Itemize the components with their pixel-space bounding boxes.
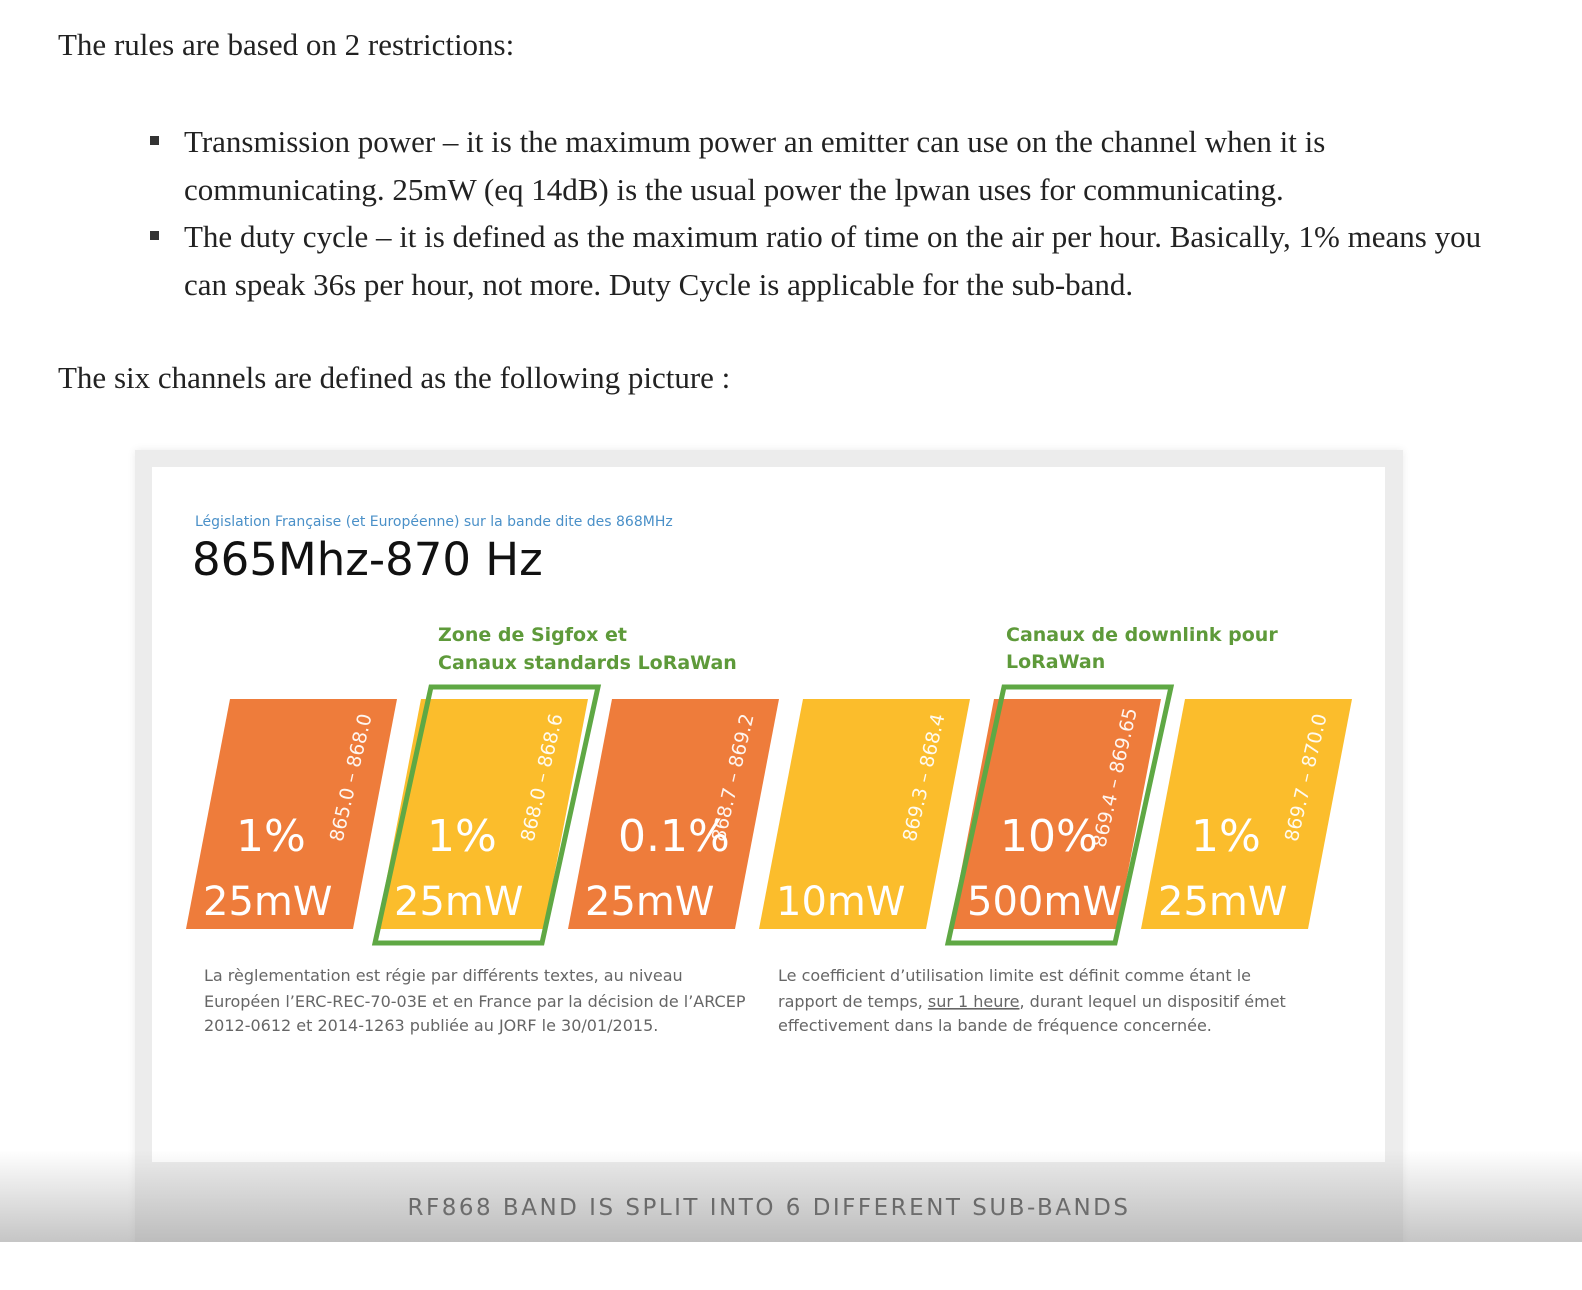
sub-band-power: 25mW bbox=[394, 879, 523, 925]
zone-sigfox-label-2: Canaux standards LoRaWan bbox=[438, 652, 737, 674]
bullet-text: Transmission power – it is the maximum p… bbox=[184, 124, 1326, 207]
note-right-text: rapport de temps, bbox=[778, 992, 928, 1011]
zone-sigfox-label-1: Zone de Sigfox et bbox=[438, 624, 627, 646]
zone-downlink-label-1: Canaux de downlink pour bbox=[1006, 624, 1278, 646]
bottom-strip bbox=[0, 1242, 1582, 1290]
restrictions-list: Transmission power – it is the maximum p… bbox=[150, 118, 1490, 308]
sub-band-duty: 1% bbox=[236, 811, 306, 862]
sub-band-duty: 0.1% bbox=[618, 811, 730, 862]
band-diagram-image: Législation Française (et Européenne) su… bbox=[152, 467, 1385, 1162]
note-right-line-1: Le coefficient d’utilisation limite est … bbox=[778, 966, 1251, 985]
intro-paragraph: The rules are based on 2 restrictions: bbox=[58, 27, 515, 62]
note-right-line-3: effectivement dans la bande de fréquence… bbox=[778, 1016, 1212, 1035]
sub-band-power: 500mW bbox=[967, 879, 1122, 925]
sub-band-duty: 10% bbox=[1000, 811, 1098, 862]
note-right-text: , durant lequel un dispositif émet bbox=[1019, 992, 1285, 1011]
list-item: The duty cycle – it is defined as the ma… bbox=[150, 213, 1490, 308]
bullet-square-icon bbox=[150, 231, 159, 240]
sub-band-power: 25mW bbox=[1158, 879, 1287, 925]
figure-caption: RF868 BAND IS SPLIT INTO 6 DIFFERENT SUB… bbox=[407, 1195, 1131, 1221]
sub-band-power: 25mW bbox=[585, 879, 714, 925]
channels-paragraph: The six channels are defined as the foll… bbox=[58, 360, 731, 395]
figure-subtitle: Législation Française (et Européenne) su… bbox=[195, 514, 673, 530]
figure-frame: Législation Française (et Européenne) su… bbox=[135, 450, 1403, 1250]
bullet-square-icon bbox=[150, 136, 159, 145]
figure-title: 865Mhz-870 Hz bbox=[192, 533, 543, 586]
bullet-text: The duty cycle – it is defined as the ma… bbox=[184, 219, 1482, 302]
band-diagram-svg: Législation Française (et Européenne) su… bbox=[186, 514, 1352, 1035]
list-item: Transmission power – it is the maximum p… bbox=[150, 118, 1490, 213]
bands-group: 865.0 – 868.01%25mW868.0 – 868.61%25mW86… bbox=[186, 684, 1352, 946]
note-left-line-3: 2012-0612 et 2014-1263 publiée au JORF l… bbox=[204, 1016, 658, 1035]
sub-band-power: 10mW bbox=[776, 879, 905, 925]
note-left-line-1: La règlementation est régie par différen… bbox=[204, 966, 683, 985]
note-right-link: sur 1 heure bbox=[928, 992, 1020, 1011]
zone-downlink-label-2: LoRaWan bbox=[1006, 651, 1105, 673]
note-right-line-2: rapport de temps, sur 1 heure, durant le… bbox=[778, 992, 1286, 1011]
note-left-line-2: Européen l’ERC-REC-70-03E et en France p… bbox=[204, 992, 746, 1011]
sub-band-duty: 1% bbox=[1191, 811, 1261, 862]
sub-band-duty: 1% bbox=[427, 811, 497, 862]
sub-band-power: 25mW bbox=[203, 879, 332, 925]
